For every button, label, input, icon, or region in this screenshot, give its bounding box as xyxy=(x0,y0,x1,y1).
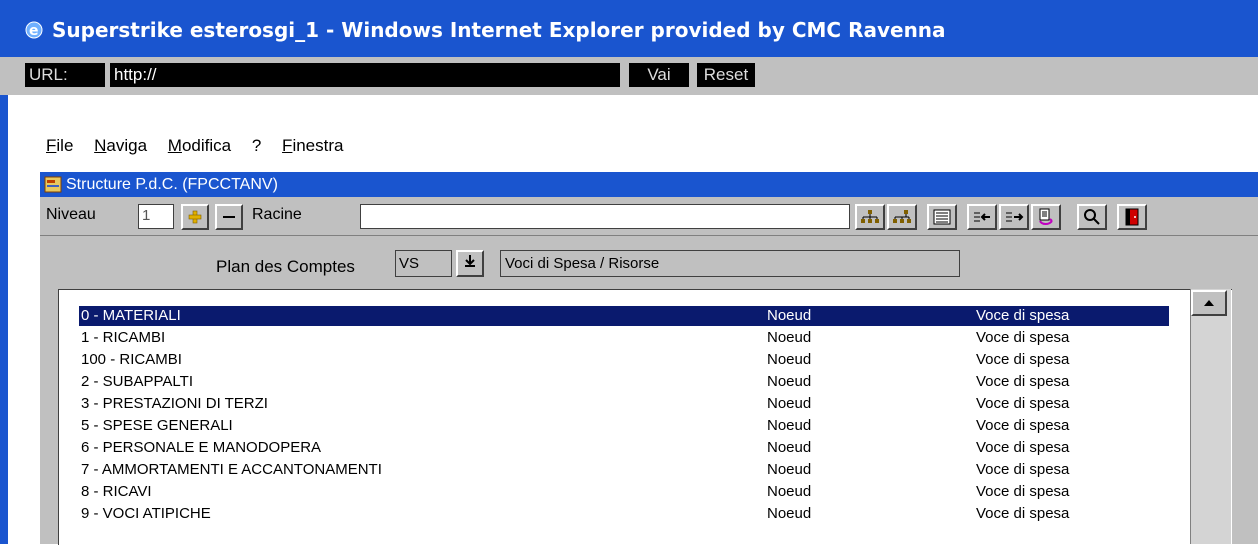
tree-collapse-button[interactable] xyxy=(887,204,917,230)
window-title: Superstrike esterosgi_1 - Windows Intern… xyxy=(52,18,946,42)
root-field[interactable] xyxy=(360,204,850,229)
list-item-name: 7 - AMMORTAMENTI E ACCANTONAMENTI xyxy=(81,461,382,478)
form-icon xyxy=(44,176,62,193)
list-item-name: 3 - PRESTAZIONI DI TERZI xyxy=(81,395,268,412)
list-icon xyxy=(933,209,951,225)
list-item-category: Voce di spesa xyxy=(976,351,1070,368)
accounts-list[interactable]: 0 - MATERIALI Noeud Voce di spesa 1 - RICAM… xyxy=(58,289,1232,545)
search-icon xyxy=(1084,209,1100,225)
tree-expand-icon xyxy=(861,210,879,223)
list-item-category: Voce di spesa xyxy=(976,417,1070,434)
list-item-type: Noeud xyxy=(767,417,812,434)
list-item-type: Noeud xyxy=(767,483,812,500)
list-item-type: Noeud xyxy=(767,395,812,412)
scrollbar[interactable] xyxy=(1190,289,1231,544)
triangle-up-icon xyxy=(1204,300,1214,306)
list-item-name: 100 - RICAMBI xyxy=(81,351,182,368)
list-item-type: Noeud xyxy=(767,439,812,456)
internet-explorer-icon: e xyxy=(25,21,43,39)
list-item-category: Voce di spesa xyxy=(976,307,1070,324)
list-item-name: 2 - SUBAPPALTI xyxy=(81,373,193,390)
list-item-type: Noeud xyxy=(767,329,812,346)
list-item-type: Noeud xyxy=(767,505,812,522)
chevron-down-icon xyxy=(465,255,475,267)
list-item-category: Voce di spesa xyxy=(976,439,1070,456)
level-label: Niveau xyxy=(46,206,96,223)
form-title: Structure P.d.C. (FPCCTANV) xyxy=(66,176,278,193)
menu-modifica[interactable]: Modifica xyxy=(168,136,231,156)
list-item-type: Noeud xyxy=(767,307,812,324)
list-item-name: 9 - VOCI ATIPICHE xyxy=(81,505,211,522)
list-view-button[interactable] xyxy=(927,204,957,230)
tree-collapse-icon xyxy=(893,210,911,223)
list-item-category: Voce di spesa xyxy=(976,483,1070,500)
list-item[interactable]: 2 - SUBAPPALTI Noeud Voce di spesa xyxy=(79,372,1169,392)
list-item[interactable]: 1 - RICAMBI Noeud Voce di spesa xyxy=(79,328,1169,348)
list-item-type: Noeud xyxy=(767,461,812,478)
list-item[interactable]: 6 - PERSONALE E MANODOPERA Noeud Voce di s… xyxy=(79,438,1169,458)
menu-file[interactable]: File xyxy=(46,136,73,156)
form-toolbar: Niveau 1 Racine xyxy=(40,198,1258,236)
url-label: URL: xyxy=(25,63,105,87)
form-titlebar: Structure P.d.C. (FPCCTANV) xyxy=(40,172,1258,197)
move-right-button[interactable] xyxy=(999,204,1029,230)
list-item[interactable]: 7 - AMMORTAMENTI E ACCANTONAMENTI Noeud Vo… xyxy=(79,460,1169,480)
plan-dropdown-button[interactable] xyxy=(456,250,484,277)
list-item-name: 0 - MATERIALI xyxy=(81,307,181,324)
list-item-type: Noeud xyxy=(767,373,812,390)
window-left-border xyxy=(0,95,8,544)
root-label: Racine xyxy=(252,206,302,223)
refresh-button[interactable] xyxy=(1031,204,1061,230)
list-item[interactable]: 100 - RICAMBI Noeud Voce di spesa xyxy=(79,350,1169,370)
exit-door-icon xyxy=(1125,208,1139,226)
plus-icon xyxy=(188,210,202,224)
list-item-category: Voce di spesa xyxy=(976,329,1070,346)
list-item[interactable]: 8 - RICAVI Noeud Voce di spesa xyxy=(79,482,1169,502)
menu-help[interactable]: ? xyxy=(252,136,261,156)
list-item-category: Voce di spesa xyxy=(976,505,1070,522)
plan-description-field: Voci di Spesa / Risorse xyxy=(500,250,960,277)
list-item-category: Voce di spesa xyxy=(976,373,1070,390)
menu-naviga[interactable]: Naviga xyxy=(94,136,147,156)
list-item-name: 5 - SPESE GENERALI xyxy=(81,417,233,434)
list-item-category: Voce di spesa xyxy=(976,395,1070,412)
list-item-category: Voce di spesa xyxy=(976,461,1070,478)
list-item-name: 6 - PERSONALE E MANODOPERA xyxy=(81,439,322,456)
minus-icon xyxy=(223,216,235,218)
list-item[interactable]: 5 - SPESE GENERALI Noeud Voce di spesa xyxy=(79,416,1169,436)
level-field[interactable]: 1 xyxy=(138,204,174,229)
go-button[interactable]: Vai xyxy=(629,63,689,87)
url-input[interactable]: http:// xyxy=(110,63,620,87)
list-item[interactable]: 0 - MATERIALI Noeud Voce di spesa xyxy=(79,306,1169,326)
list-item[interactable]: 3 - PRESTAZIONI DI TERZI Noeud Voce di spe… xyxy=(79,394,1169,414)
plan-label: Plan des Comptes xyxy=(216,257,355,276)
plan-code-field[interactable]: VS xyxy=(395,250,452,277)
refresh-icon xyxy=(1039,208,1053,225)
expand-level-button[interactable] xyxy=(181,204,209,230)
arrow-right-icon xyxy=(1006,212,1024,222)
tree-expand-button[interactable] xyxy=(855,204,885,230)
window-titlebar: e Superstrike esterosgi_1 - Windows Inte… xyxy=(0,0,1258,57)
list-item-name: 8 - RICAVI xyxy=(81,483,152,500)
move-left-button[interactable] xyxy=(967,204,997,230)
svg-text:e: e xyxy=(29,23,39,39)
list-item[interactable]: 9 - VOCI ATIPICHE Noeud Voce di spesa xyxy=(79,504,1169,524)
url-bar: URL: http:// Vai Reset xyxy=(0,57,1258,95)
list-item-type: Noeud xyxy=(767,351,812,368)
exit-button[interactable] xyxy=(1117,204,1147,230)
collapse-level-button[interactable] xyxy=(215,204,243,230)
list-item-name: 1 - RICAMBI xyxy=(81,329,166,346)
search-button[interactable] xyxy=(1077,204,1107,230)
scroll-up-button[interactable] xyxy=(1191,290,1227,316)
reset-button[interactable]: Reset xyxy=(697,63,755,87)
arrow-left-icon xyxy=(974,212,990,222)
menu-finestra[interactable]: Finestra xyxy=(282,136,343,156)
menu-bar: File Naviga Modifica ? Finestra xyxy=(46,136,359,158)
